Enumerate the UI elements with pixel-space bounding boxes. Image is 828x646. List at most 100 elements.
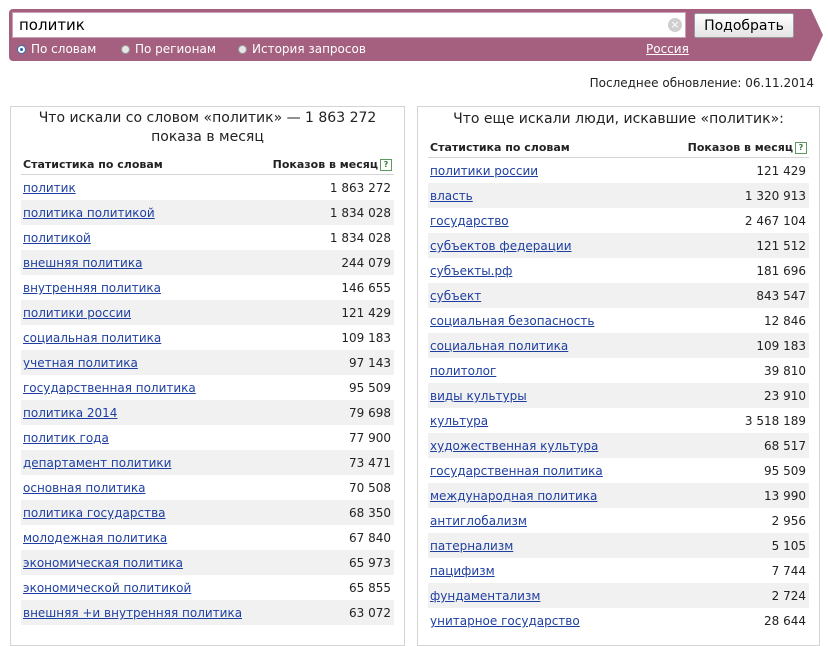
keyword-link[interactable]: субъект (430, 289, 481, 303)
table-row: внешняя +и внутренняя политика 63 072 (21, 600, 394, 625)
table-row: политика государства 68 350 (21, 500, 394, 525)
table-row: учетная политика 97 143 (21, 350, 394, 375)
keyword-link[interactable]: политолог (430, 364, 496, 378)
table-row: социальная политика 109 183 (428, 333, 809, 358)
keyword-link[interactable]: политика государства (23, 506, 166, 520)
keyword-link[interactable]: субъектов федерации (430, 239, 572, 253)
shows-count: 65 973 (349, 556, 391, 570)
table-row: политолог 39 810 (428, 358, 809, 383)
shows-count: 28 644 (764, 614, 806, 628)
col-shows-label: Показов в месяц? (273, 158, 392, 171)
right-column-header: Статистика по словам Показов в месяц? (428, 137, 809, 158)
table-row: виды культуры 23 910 (428, 383, 809, 408)
keyword-link[interactable]: внутренняя политика (23, 281, 161, 295)
keyword-link[interactable]: экономической политикой (23, 581, 191, 595)
tab-by-regions[interactable]: По регионам (121, 42, 216, 57)
radio-icon (121, 45, 130, 54)
table-row: субъект 843 547 (428, 283, 809, 308)
col-shows-text: Показов в месяц (272, 158, 378, 171)
shows-count: 68 517 (764, 439, 806, 453)
left-panel-title: Что искали со словом «политик» — 1 863 2… (11, 107, 404, 147)
keyword-link[interactable]: художественная культура (430, 439, 598, 453)
shows-count: 12 846 (764, 314, 806, 328)
keyword-link[interactable]: экономическая политика (23, 556, 183, 570)
keyword-link[interactable]: социальная политика (430, 339, 568, 353)
tab-history[interactable]: История запросов (238, 42, 366, 57)
keyword-link[interactable]: политик (23, 181, 76, 195)
shows-count: 67 840 (349, 531, 391, 545)
keyword-link[interactable]: политика 2014 (23, 406, 117, 420)
left-column-header: Статистика по словам Показов в месяц? (21, 154, 394, 175)
keyword-link[interactable]: социальная политика (23, 331, 161, 345)
keyword-link[interactable]: фундаментализм (430, 589, 540, 603)
keyword-link[interactable]: культура (430, 414, 488, 428)
keyword-link[interactable]: государственная политика (23, 381, 196, 395)
keyword-link[interactable]: субъекты.рф (430, 264, 512, 278)
clear-icon[interactable]: × (668, 18, 682, 32)
submit-button[interactable]: Подобрать (694, 13, 794, 38)
keyword-link[interactable]: политик года (23, 431, 109, 445)
table-row: субъектов федерации 121 512 (428, 233, 809, 258)
shows-count: 97 143 (349, 356, 391, 370)
keyword-link[interactable]: политикой (23, 231, 91, 245)
keyword-link[interactable]: учетная политика (23, 356, 138, 370)
keyword-link[interactable]: политики россии (430, 164, 538, 178)
shows-count: 70 508 (349, 481, 391, 495)
shows-count: 2 956 (771, 514, 806, 528)
help-icon[interactable]: ? (380, 159, 392, 171)
shows-count: 181 696 (756, 264, 806, 278)
table-row: фундаментализм 2 724 (428, 583, 809, 608)
tab-label: По регионам (135, 42, 216, 56)
shows-count: 77 900 (349, 431, 391, 445)
table-row: политик года 77 900 (21, 425, 394, 450)
table-row: антиглобализм 2 956 (428, 508, 809, 533)
keyword-link[interactable]: виды культуры (430, 389, 527, 403)
table-row: политика 2014 79 698 (21, 400, 394, 425)
help-icon[interactable]: ? (795, 142, 807, 154)
table-row: государственная политика 95 509 (21, 375, 394, 400)
tab-by-words[interactable]: По словам (17, 42, 96, 57)
shows-count: 39 810 (764, 364, 806, 378)
keyword-link[interactable]: политика политикой (23, 206, 155, 220)
left-keyword-list: политик 1 863 272 политика политикой 1 834 … (21, 175, 394, 625)
shows-count: 95 509 (764, 464, 806, 478)
keyword-link[interactable]: внешняя +и внутренняя политика (23, 606, 242, 620)
shows-count: 13 990 (764, 489, 806, 503)
keyword-link[interactable]: пацифизм (430, 564, 495, 578)
shows-count: 79 698 (349, 406, 391, 420)
keyword-link[interactable]: молодежная политика (23, 531, 167, 545)
table-row: культура 3 518 189 (428, 408, 809, 433)
table-row: государственная политика 95 509 (428, 458, 809, 483)
search-input[interactable] (19, 15, 659, 35)
shows-count: 95 509 (349, 381, 391, 395)
shows-count: 244 079 (341, 256, 391, 270)
keyword-link[interactable]: унитарное государство (430, 614, 580, 628)
keyword-link[interactable]: основная политика (23, 481, 145, 495)
shows-count: 23 910 (764, 389, 806, 403)
left-panel: Что искали со словом «политик» — 1 863 2… (10, 106, 405, 646)
keyword-link[interactable]: антиглобализм (430, 514, 527, 528)
region-link[interactable]: Россия (646, 42, 689, 57)
keyword-link[interactable]: политики россии (23, 306, 131, 320)
keyword-link[interactable]: государственная политика (430, 464, 603, 478)
keyword-link[interactable]: международная политика (430, 489, 597, 503)
table-row: социальная безопасность 12 846 (428, 308, 809, 333)
keyword-link[interactable]: патернализм (430, 539, 513, 553)
table-row: политики россии 121 429 (21, 300, 394, 325)
shows-count: 65 855 (349, 581, 391, 595)
shows-count: 1 834 028 (329, 231, 391, 245)
shows-count: 7 744 (771, 564, 806, 578)
col-shows-label: Показов в месяц? (688, 141, 807, 154)
keyword-link[interactable]: государство (430, 214, 509, 228)
radio-icon (238, 45, 247, 54)
keyword-link[interactable]: департамент политики (23, 456, 171, 470)
left-title-line2: показа в месяц (151, 129, 264, 145)
table-row: патернализм 5 105 (428, 533, 809, 558)
keyword-link[interactable]: социальная безопасность (430, 314, 594, 328)
col-keyword-label: Статистика по словам (23, 158, 163, 171)
keyword-link[interactable]: власть (430, 189, 473, 203)
right-panel-title: Что еще искали люди, искавшие «политик»: (418, 107, 819, 129)
keyword-link[interactable]: внешняя политика (23, 256, 142, 270)
table-row: международная политика 13 990 (428, 483, 809, 508)
table-row: политикой 1 834 028 (21, 225, 394, 250)
